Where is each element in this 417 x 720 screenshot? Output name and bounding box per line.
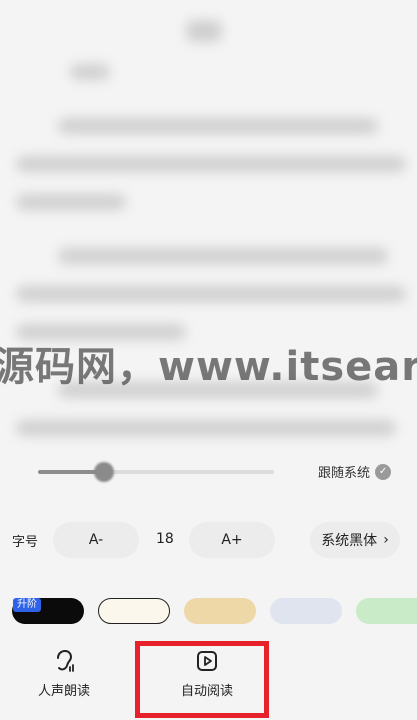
watermark-text: 源码网，www.itsear.c	[0, 344, 417, 390]
follow-system-toggle[interactable]: 跟随系统 ✓	[318, 462, 392, 481]
voice-reading-label: 人声朗读	[37, 684, 90, 699]
ear-icon	[57, 649, 74, 672]
theme-swatch-tan[interactable]	[184, 598, 256, 624]
font-increase-button[interactable]: A+	[189, 522, 275, 558]
theme-swatch-blue-gray[interactable]	[270, 598, 342, 624]
upgrade-badge: 升阶	[13, 598, 41, 612]
font-size-value: 18	[156, 531, 174, 547]
voice-reading-button[interactable]: 人声朗读	[16, 648, 112, 708]
theme-swatch-cream[interactable]	[98, 598, 170, 624]
highlight-box	[135, 641, 269, 718]
theme-swatch-green[interactable]	[356, 598, 417, 624]
chevron-right-icon: ›	[383, 532, 389, 548]
theme-swatch-row	[0, 598, 417, 626]
brightness-slider[interactable]	[38, 462, 274, 482]
font-decrease-button[interactable]: A-	[53, 522, 139, 558]
check-icon: ✓	[375, 463, 392, 480]
brightness-knob[interactable]	[94, 462, 114, 482]
font-size-label: 字号	[12, 535, 39, 550]
font-settings-row: 字号 A- 18 A+ 系统黑体 ›	[0, 522, 417, 558]
follow-system-label: 跟随系统	[318, 466, 371, 481]
font-family-label: 系统黑体	[321, 533, 378, 549]
font-family-button[interactable]: 系统黑体 ›	[310, 522, 400, 558]
